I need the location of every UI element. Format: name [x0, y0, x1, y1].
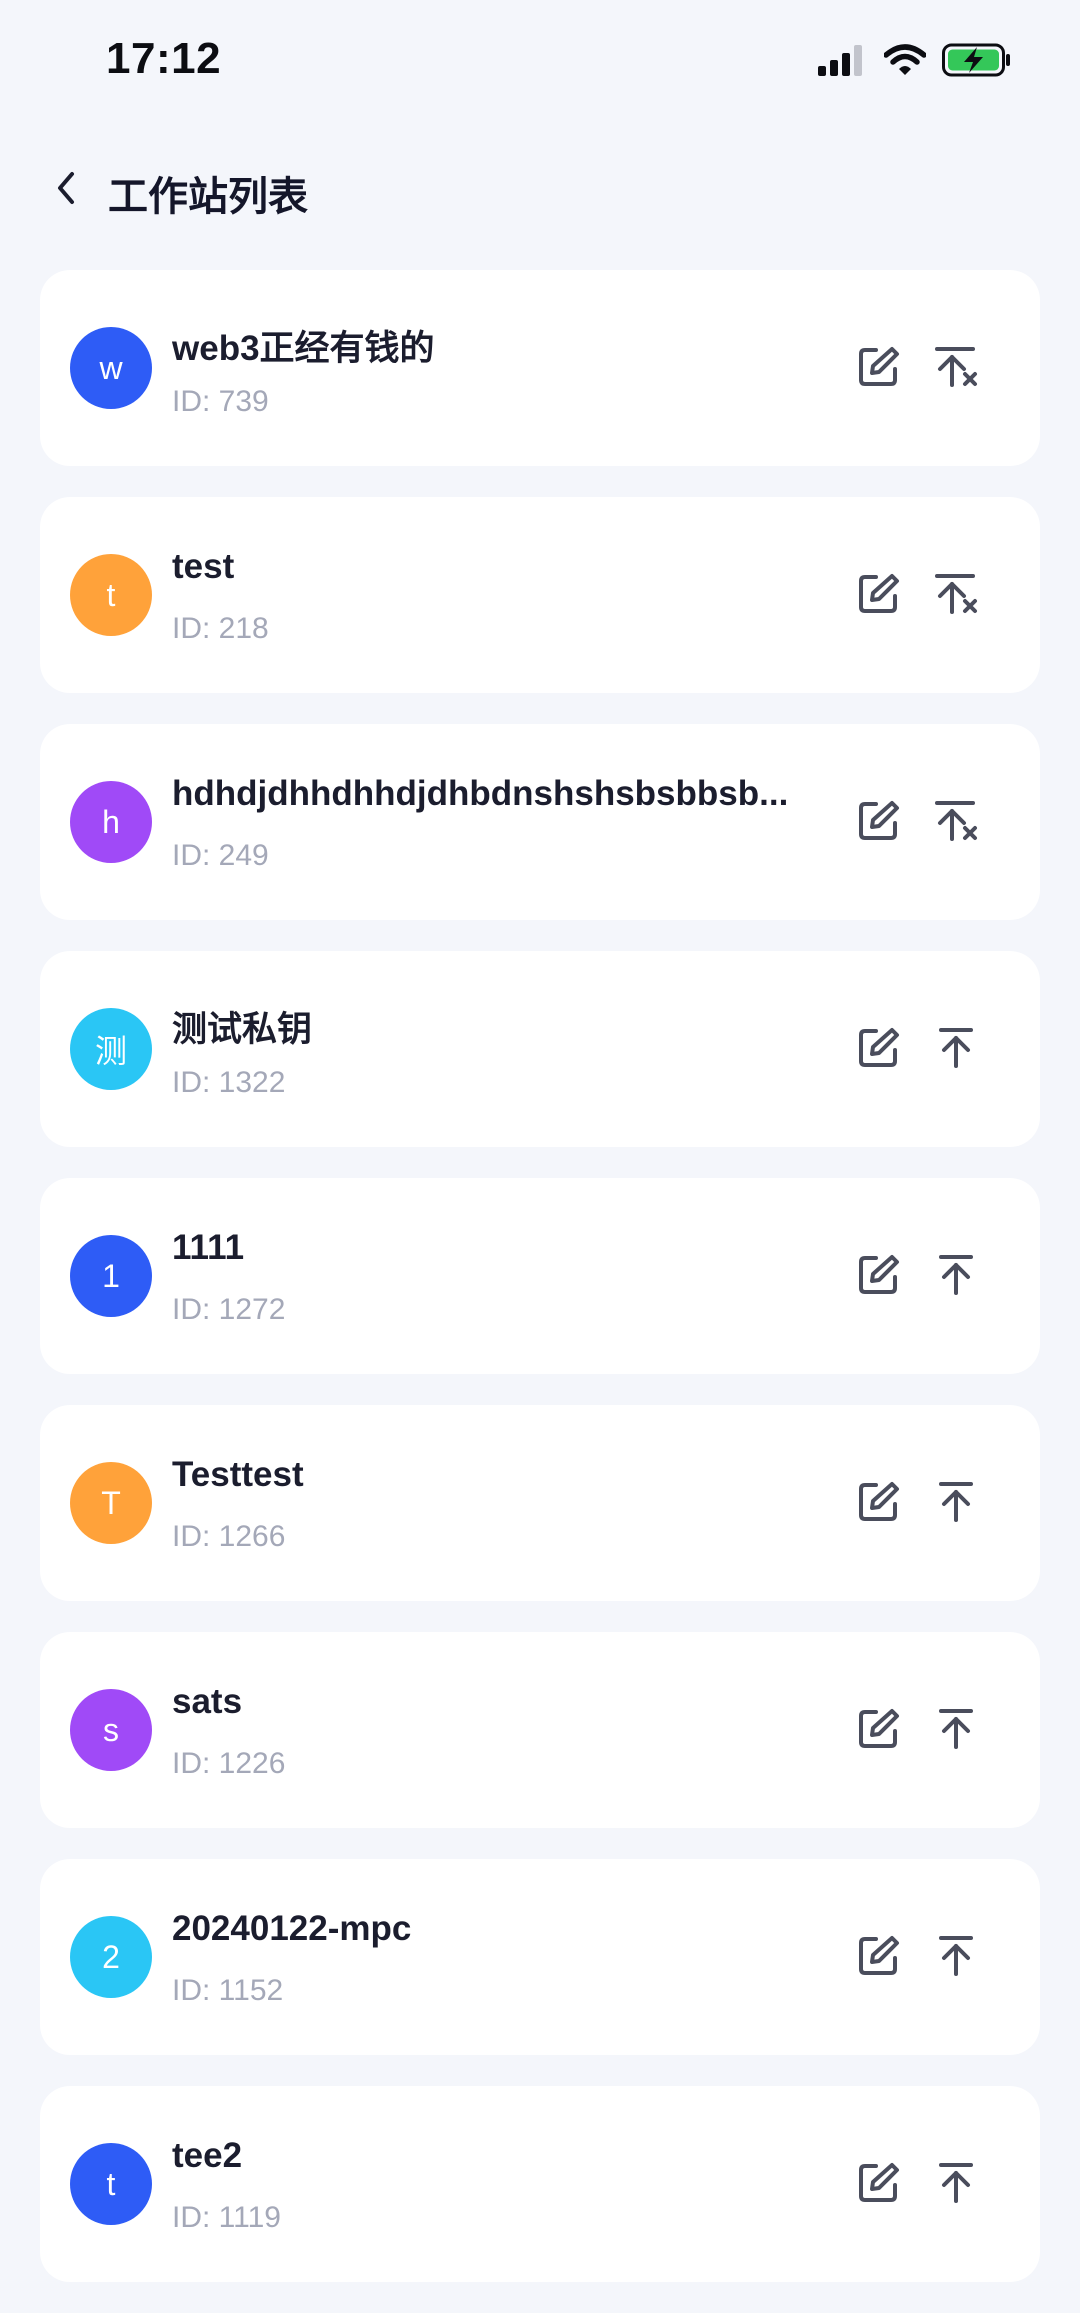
- station-id: ID: 218: [172, 612, 269, 645]
- edit-button[interactable]: [850, 1249, 906, 1305]
- station-id: ID: 1152: [172, 1974, 284, 2007]
- unpin-icon: [932, 343, 980, 396]
- station-name: test: [172, 547, 235, 586]
- status-time: 17:12: [106, 34, 222, 83]
- station-card[interactable]: 1 1111 ID: 1272: [40, 1178, 1040, 1374]
- edit-icon: [854, 1705, 902, 1758]
- pin-to-top-icon: [932, 1024, 980, 1077]
- station-avatar: s: [70, 1689, 152, 1771]
- header: 工作站列表: [0, 150, 1080, 230]
- edit-button[interactable]: [850, 1476, 906, 1532]
- station-name: tee2: [172, 2136, 243, 2175]
- pin-to-top-button[interactable]: [928, 1703, 984, 1759]
- station-avatar: t: [70, 2143, 152, 2225]
- station-name: 测试私钥: [172, 1010, 313, 1049]
- station-card[interactable]: t test ID: 218: [40, 497, 1040, 693]
- pin-to-top-icon: [932, 2159, 980, 2212]
- signal-bars-icon: [818, 44, 868, 81]
- unpin-button[interactable]: [928, 341, 984, 397]
- wifi-icon: [883, 43, 927, 81]
- chevron-left-icon: [50, 168, 82, 213]
- pin-to-top-button[interactable]: [928, 1022, 984, 1078]
- station-avatar: h: [70, 781, 152, 863]
- station-list: w web3正经有钱的 ID: 739 t test ID: 218 h hdhdjdhhdh…: [40, 270, 1040, 2313]
- station-name: hdhdjdhhdhhdjdhbdnshshsbsbbsb...: [172, 774, 789, 813]
- station-avatar: 测: [70, 1008, 152, 1090]
- pin-to-top-icon: [932, 1932, 980, 1985]
- pin-to-top-button[interactable]: [928, 2157, 984, 2213]
- edit-icon: [854, 2159, 902, 2212]
- pin-to-top-icon: [932, 1705, 980, 1758]
- status-bar: 17:12: [0, 0, 1080, 120]
- station-id: ID: 1322: [172, 1066, 286, 1099]
- station-id: ID: 1119: [172, 2201, 281, 2234]
- edit-icon: [854, 1251, 902, 1304]
- station-name: Testtest: [172, 1455, 304, 1494]
- station-card[interactable]: s sats ID: 1226: [40, 1632, 1040, 1828]
- edit-button[interactable]: [850, 2157, 906, 2213]
- pin-to-top-button[interactable]: [928, 1930, 984, 1986]
- pin-to-top-icon: [932, 1251, 980, 1304]
- station-avatar: 1: [70, 1235, 152, 1317]
- pin-to-top-button[interactable]: [928, 1249, 984, 1305]
- edit-icon: [854, 1478, 902, 1531]
- station-avatar: T: [70, 1462, 152, 1544]
- station-name: 1111: [172, 1228, 245, 1267]
- edit-button[interactable]: [850, 795, 906, 851]
- station-card[interactable]: h hdhdjdhhdhhdjdhbdnshshsbsbbsb... ID: 249: [40, 724, 1040, 920]
- edit-icon: [854, 570, 902, 623]
- station-card[interactable]: 测测试私钥 ID: 1322: [40, 951, 1040, 1147]
- station-card[interactable]: w web3正经有钱的 ID: 739: [40, 270, 1040, 466]
- pin-to-top-icon: [932, 1478, 980, 1531]
- station-name: 20240122-mpc: [172, 1909, 412, 1948]
- station-card[interactable]: t tee2 ID: 1119: [40, 2086, 1040, 2282]
- back-button[interactable]: [40, 164, 92, 216]
- edit-icon: [854, 343, 902, 396]
- station-avatar: w: [70, 327, 152, 409]
- station-name: sats: [172, 1682, 243, 1721]
- station-avatar: t: [70, 554, 152, 636]
- station-id: ID: 739: [172, 385, 269, 418]
- edit-button[interactable]: [850, 568, 906, 624]
- edit-icon: [854, 1024, 902, 1077]
- status-icons: [818, 40, 1012, 84]
- station-avatar: 2: [70, 1916, 152, 1998]
- battery-charging-icon: [942, 43, 1012, 82]
- edit-icon: [854, 1932, 902, 1985]
- station-name: web3正经有钱的: [172, 329, 435, 368]
- edit-button[interactable]: [850, 341, 906, 397]
- station-id: ID: 249: [172, 839, 269, 872]
- edit-button[interactable]: [850, 1703, 906, 1759]
- station-id: ID: 1272: [172, 1293, 286, 1326]
- station-id: ID: 1226: [172, 1747, 286, 1780]
- edit-button[interactable]: [850, 1022, 906, 1078]
- unpin-icon: [932, 797, 980, 850]
- edit-icon: [854, 797, 902, 850]
- edit-button[interactable]: [850, 1930, 906, 1986]
- unpin-button[interactable]: [928, 568, 984, 624]
- unpin-button[interactable]: [928, 795, 984, 851]
- station-id: ID: 1266: [172, 1520, 286, 1553]
- station-card[interactable]: 2 20240122-mpc ID: 1152: [40, 1859, 1040, 2055]
- station-card[interactable]: T Testtest ID: 1266: [40, 1405, 1040, 1601]
- unpin-icon: [932, 570, 980, 623]
- pin-to-top-button[interactable]: [928, 1476, 984, 1532]
- page-title: 工作站列表: [108, 175, 308, 219]
